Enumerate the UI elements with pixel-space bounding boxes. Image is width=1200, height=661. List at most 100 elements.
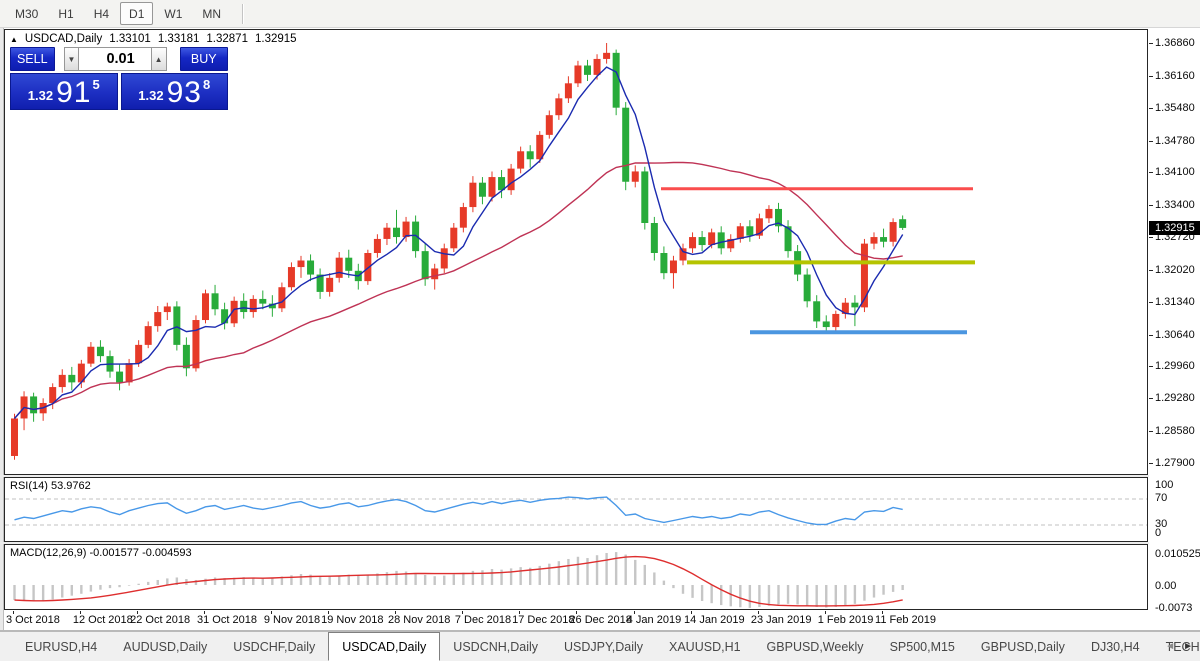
price-tick-mark <box>1149 301 1153 303</box>
price-tick-mark <box>1149 334 1153 336</box>
date-tick-label: 3 Oct 2018 <box>6 614 60 626</box>
price-tick-label: 1.35480 <box>1155 101 1195 114</box>
price-tick-mark <box>1149 107 1153 109</box>
chart-tab-xauusd-h1[interactable]: XAUUSD,H1 <box>656 632 754 661</box>
price-tick-mark <box>1149 398 1153 400</box>
chart-tab-usdcad-daily[interactable]: USDCAD,Daily <box>328 632 441 661</box>
toolbar-separator <box>242 3 245 24</box>
tab-scroll-arrows: ◄ ► <box>1165 632 1197 661</box>
chart-tab-sp500-m15[interactable]: SP500,M15 <box>877 632 968 661</box>
current-price-tag: 1.32915 <box>1149 220 1200 235</box>
price-tick-label: 1.32020 <box>1155 263 1195 276</box>
date-tick-label: 31 Oct 2018 <box>197 614 257 626</box>
price-tick-mark <box>1149 269 1153 271</box>
date-tick-label: 22 Oct 2018 <box>130 614 191 626</box>
price-tick-label: 1.36160 <box>1155 69 1195 82</box>
collapse-trade-panel-icon[interactable]: ▲ <box>10 35 18 44</box>
date-tick-label: 12 Oct 2018 <box>72 614 133 626</box>
chart-title: ▲ USDCAD,Daily 1.33101 1.33181 1.32871 1… <box>10 33 297 45</box>
moving-averages-group <box>13 66 904 419</box>
price-tick-label: 1.33400 <box>1155 199 1195 212</box>
price-tick-label: 1.31340 <box>1155 295 1195 308</box>
volume-input[interactable]: 0.01 <box>79 47 151 71</box>
volume-increase-icon[interactable]: ▲ <box>150 47 167 71</box>
chart-tab-gbpusd-daily[interactable]: GBPUSD,Daily <box>968 632 1078 661</box>
price-tick-label: 1.34780 <box>1155 134 1195 147</box>
date-tick-label: 17 Dec 2018 <box>512 614 575 626</box>
rsi-chart[interactable] <box>5 478 1147 541</box>
date-tick-label: 9 Nov 2018 <box>263 614 321 626</box>
date-tick-label: 28 Nov 2018 <box>388 614 451 626</box>
timeframe-button-h1[interactable]: H1 <box>49 2 82 25</box>
date-tick-label: 19 Nov 2018 <box>321 614 384 626</box>
symbol-title: USDCAD,Daily <box>24 33 103 45</box>
mt4-terminal: M30 H1 H4 D1 W1 MN ▲ USDCAD,Daily 1.33101 1.3… <box>0 0 1200 661</box>
price-tick-mark <box>1149 140 1153 142</box>
tab-scroll-right-icon[interactable]: ► <box>1183 641 1193 652</box>
price-tick-label: 1.28580 <box>1155 425 1195 438</box>
timeframe-toolbar: M30 H1 H4 D1 W1 MN <box>0 0 1200 28</box>
date-axis[interactable]: 3 Oct 2018 12 Oct 2018 22 Oct 2018 31 Oct 2… <box>4 611 1149 630</box>
date-tick-label: 7 Dec 2018 <box>454 614 512 626</box>
timeframe-button-m30[interactable]: M30 <box>6 2 47 25</box>
one-click-trading-widget: SELL ▼ 0.01 ▲ BUY 1.32 91 5 1.32 93 8 <box>10 47 228 110</box>
sell-price-pip: 5 <box>92 77 100 92</box>
chart-tab-audusd-daily[interactable]: AUDUSD,Daily <box>110 632 220 661</box>
date-tick-label: 1 Feb 2019 <box>817 614 874 626</box>
price-tick-mark <box>1149 43 1153 44</box>
buy-price-panel[interactable]: 1.32 93 8 <box>120 73 228 110</box>
chart-tab-usdchf-daily[interactable]: USDCHF,Daily <box>220 632 328 661</box>
ohlc-high: 1.33181 <box>157 33 200 45</box>
date-tick-label: 14 Jan 2019 <box>684 614 745 626</box>
price-tick-mark <box>1149 237 1153 239</box>
buy-price-prefix: 1.32 <box>138 88 164 103</box>
chart-tab-eurusd-h4[interactable]: EURUSD,H4 <box>12 632 110 661</box>
indicator-scale-label: 70 <box>1155 492 1168 504</box>
price-tick-label: 1.36860 <box>1155 37 1195 49</box>
macd-indicator-label: MACD(12,26,9) -0.001577 -0.004593 <box>10 547 192 559</box>
timeframe-button-d1[interactable]: D1 <box>120 2 154 25</box>
rsi-line <box>14 496 903 526</box>
macd-histogram-group <box>13 552 904 608</box>
price-tick-label: 1.30640 <box>1155 328 1195 341</box>
timeframe-button-mn[interactable]: MN <box>193 2 230 25</box>
buy-button[interactable]: BUY <box>179 47 228 71</box>
price-tick-label: 1.29280 <box>1155 392 1195 405</box>
ohlc-low: 1.32871 <box>206 33 248 45</box>
price-axis[interactable]: 1.36860 1.36160 1.35480 1.34780 1.34100 1.334… <box>1149 29 1200 630</box>
ohlc-open: 1.33101 <box>109 33 151 45</box>
tab-scroll-left-icon[interactable]: ◄ <box>1165 641 1175 652</box>
price-tick-mark <box>1149 75 1153 77</box>
price-tick-mark <box>1149 205 1153 207</box>
price-tick-mark <box>1149 431 1153 433</box>
chart-tab-usdcnh-daily[interactable]: USDCNH,Daily <box>440 632 551 661</box>
indicator-scale-label: 100 <box>1155 479 1174 491</box>
chart-tab-gbpusd-weekly[interactable]: GBPUSD,Weekly <box>754 632 877 661</box>
rsi-indicator-label: RSI(14) 53.9762 <box>10 480 91 492</box>
price-tick-mark <box>1149 366 1153 368</box>
sell-button[interactable]: SELL <box>10 47 55 71</box>
date-tick-label: 23 Jan 2019 <box>750 614 812 626</box>
price-tick-label: 1.34100 <box>1155 166 1195 179</box>
timeframe-button-w1[interactable]: W1 <box>155 2 191 25</box>
indicator-scale-label: 0 <box>1155 527 1162 539</box>
chart-tab-bar: EURUSD,H4 AUDUSD,Daily USDCHF,Daily USDCAD,… <box>0 632 1200 661</box>
indicator-scale-label: 0.010525 <box>1155 548 1200 560</box>
indicator-scale-label: 0.00 <box>1155 580 1177 592</box>
date-tick-label: 11 Feb 2019 <box>875 614 937 626</box>
buy-price-pip: 8 <box>202 77 211 92</box>
sell-price-prefix: 1.32 <box>27 88 54 103</box>
ohlc-close: 1.32915 <box>254 33 297 45</box>
rsi-panel[interactable] <box>4 477 1148 542</box>
price-tick-label: 1.29960 <box>1155 360 1195 373</box>
chart-tab-dj30-h4[interactable]: DJ30,H4 <box>1078 632 1153 661</box>
indicator-scale-label: -0.0073 <box>1155 602 1193 614</box>
timeframe-button-h4[interactable]: H4 <box>85 2 118 25</box>
date-tick-label: 26 Dec 2018 <box>569 614 632 626</box>
sell-price-panel[interactable]: 1.32 91 5 <box>10 73 118 110</box>
price-tick-label: 1.27900 <box>1155 457 1195 469</box>
price-tick-mark <box>1149 172 1153 174</box>
chart-tab-usdjpy-daily[interactable]: USDJPY,Daily <box>551 632 656 661</box>
volume-decrease-icon[interactable]: ▼ <box>63 47 80 71</box>
price-tick-mark <box>1149 463 1153 464</box>
